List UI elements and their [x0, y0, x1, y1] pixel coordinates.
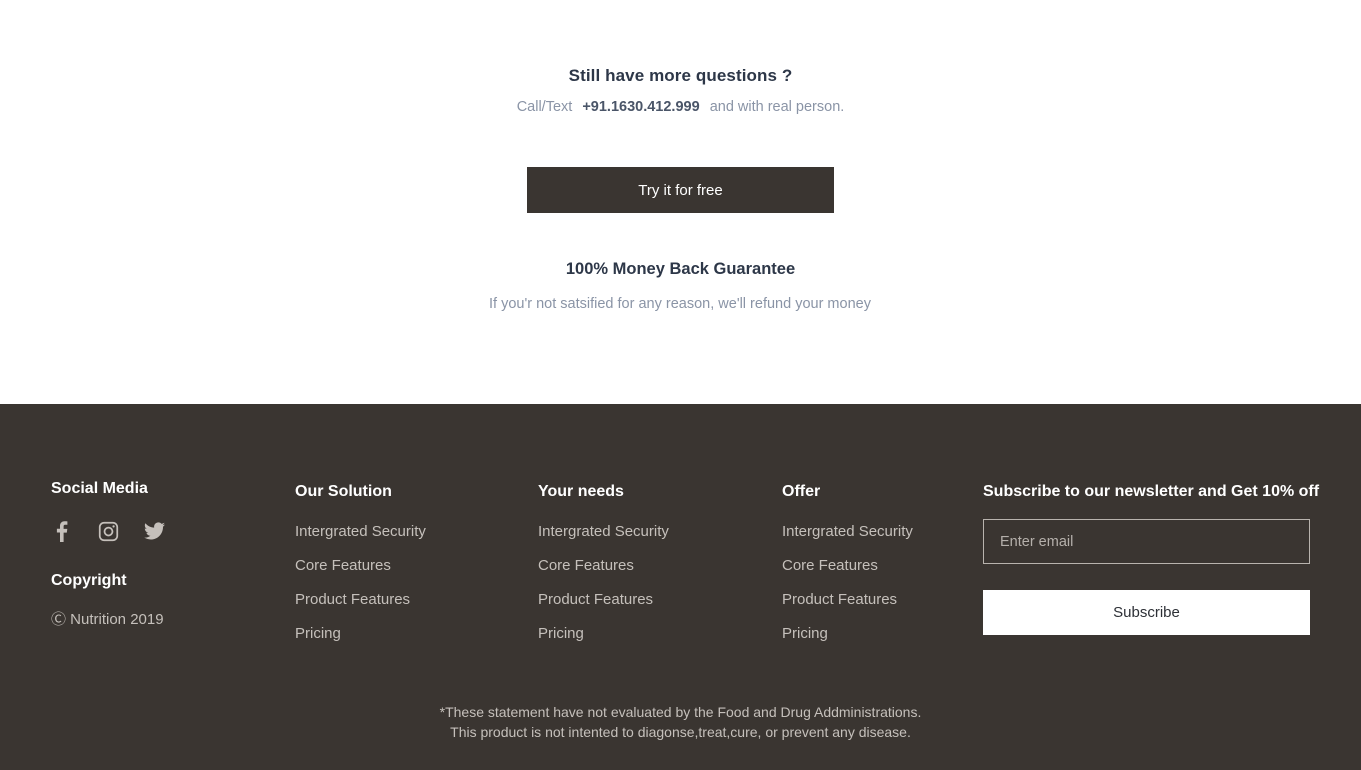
- email-input[interactable]: [983, 519, 1310, 564]
- guarantee-title: 100% Money Back Guarantee: [565, 260, 796, 278]
- copyright-heading: Copyright: [51, 572, 127, 589]
- footer-column-social: Social Media Copyright Ⓒ Nutrition 2019: [51, 480, 165, 629]
- column-heading: Your needs: [538, 483, 624, 500]
- column-heading: Our Solution: [295, 483, 392, 500]
- footer-link-product-features[interactable]: Product Features: [538, 591, 669, 608]
- phone-number-link[interactable]: +91.1630.412.999: [582, 99, 699, 115]
- disclaimer: *These statement have not evaluated by t…: [0, 702, 1361, 742]
- footer-link-core-features[interactable]: Core Features: [538, 557, 669, 574]
- twitter-icon[interactable]: [143, 520, 165, 542]
- disclaimer-line-2: This product is not intented to diagonse…: [450, 724, 911, 740]
- footer-link-intergrated-security[interactable]: Intergrated Security: [538, 523, 669, 540]
- footer-link-core-features[interactable]: Core Features: [782, 557, 913, 574]
- footer-link-pricing[interactable]: Pricing: [782, 625, 913, 642]
- copyright-text: Ⓒ Nutrition 2019: [51, 611, 164, 628]
- footer-link-product-features[interactable]: Product Features: [295, 591, 426, 608]
- cta-heading: Still have more questions ?: [568, 66, 793, 85]
- contact-label: Call/Text: [516, 99, 573, 115]
- footer-column-offer: Offer Intergrated Security Core Features…: [782, 483, 913, 642]
- footer-link-intergrated-security[interactable]: Intergrated Security: [782, 523, 913, 540]
- contact-line: Call/Text +91.1630.412.999 and with real…: [0, 99, 1361, 115]
- social-media-heading: Social Media: [51, 480, 148, 497]
- newsletter-heading: Subscribe to our newsletter and Get 10% …: [983, 483, 1320, 500]
- subscribe-button[interactable]: Subscribe: [983, 590, 1310, 635]
- disclaimer-line-1: *These statement have not evaluated by t…: [439, 704, 922, 720]
- column-heading: Offer: [782, 483, 821, 500]
- site-footer: Social Media Copyright Ⓒ Nutrition 2019 …: [0, 404, 1361, 770]
- newsletter-section: Subscribe to our newsletter and Get 10% …: [983, 483, 1320, 635]
- footer-link-pricing[interactable]: Pricing: [538, 625, 669, 642]
- cta-section: Still have more questions ? Call/Text +9…: [0, 0, 1361, 404]
- footer-link-core-features[interactable]: Core Features: [295, 557, 426, 574]
- facebook-icon[interactable]: [51, 520, 73, 542]
- contact-suffix: and with real person.: [709, 99, 845, 115]
- guarantee-text: If you'r not satsified for any reason, w…: [489, 296, 871, 312]
- footer-column-our-solution: Our Solution Intergrated Security Core F…: [295, 483, 426, 642]
- social-icon-list: [51, 520, 165, 542]
- instagram-icon[interactable]: [97, 520, 119, 542]
- footer-column-your-needs: Your needs Intergrated Security Core Fea…: [538, 483, 669, 642]
- footer-link-pricing[interactable]: Pricing: [295, 625, 426, 642]
- footer-link-intergrated-security[interactable]: Intergrated Security: [295, 523, 426, 540]
- try-it-for-free-button[interactable]: Try it for free: [527, 167, 834, 213]
- footer-link-product-features[interactable]: Product Features: [782, 591, 913, 608]
